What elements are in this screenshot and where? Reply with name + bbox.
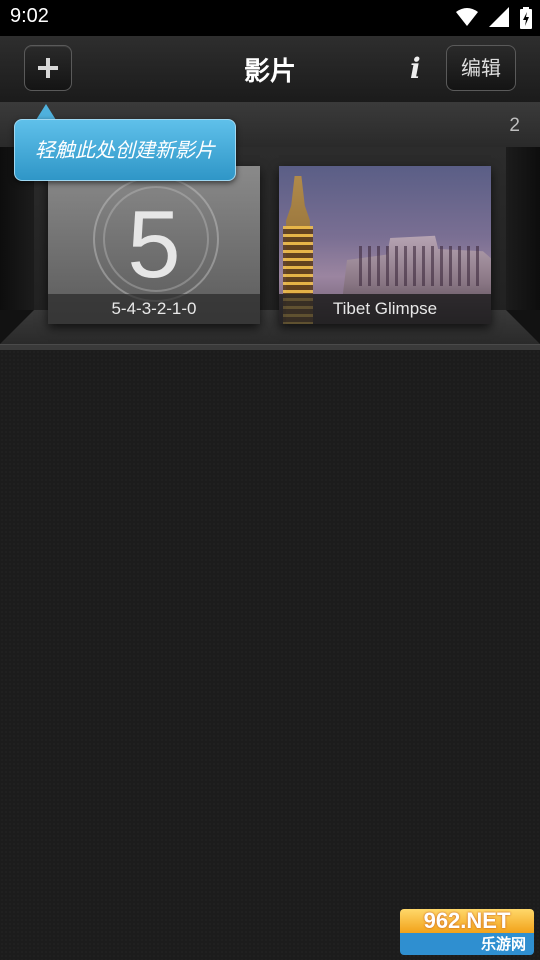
movie-title: Tibet Glimpse bbox=[279, 294, 491, 324]
movie-title: 5-4-3-2-1-0 bbox=[48, 294, 260, 324]
battery-icon bbox=[520, 7, 532, 29]
shelf-right-wall bbox=[506, 147, 540, 310]
movie-tile-tibet[interactable]: Tibet Glimpse bbox=[279, 166, 491, 324]
top-navbar: 影片 i 编辑 bbox=[0, 36, 540, 103]
edit-button[interactable]: 编辑 bbox=[446, 45, 516, 91]
create-movie-tooltip[interactable]: 轻触此处创建新影片 bbox=[14, 119, 236, 181]
movie-tile-countdown[interactable]: 5 5-4-3-2-1-0 bbox=[48, 166, 260, 324]
tooltip-pointer bbox=[36, 104, 56, 120]
watermark-logo: 962.NET 乐游网 bbox=[400, 909, 534, 955]
watermark-bottom: 乐游网 bbox=[400, 933, 534, 955]
signal-icon bbox=[488, 7, 509, 27]
status-time: 9:02 bbox=[10, 5, 49, 27]
status-bar: 9:02 bbox=[0, 0, 540, 36]
wifi-icon bbox=[455, 8, 478, 26]
watermark-top: 962.NET bbox=[400, 909, 534, 933]
countdown-number: 5 bbox=[127, 191, 181, 298]
status-icons bbox=[450, 7, 532, 29]
content-area bbox=[0, 350, 540, 960]
info-icon[interactable]: i bbox=[410, 52, 421, 85]
section-count: 2 bbox=[509, 115, 520, 136]
